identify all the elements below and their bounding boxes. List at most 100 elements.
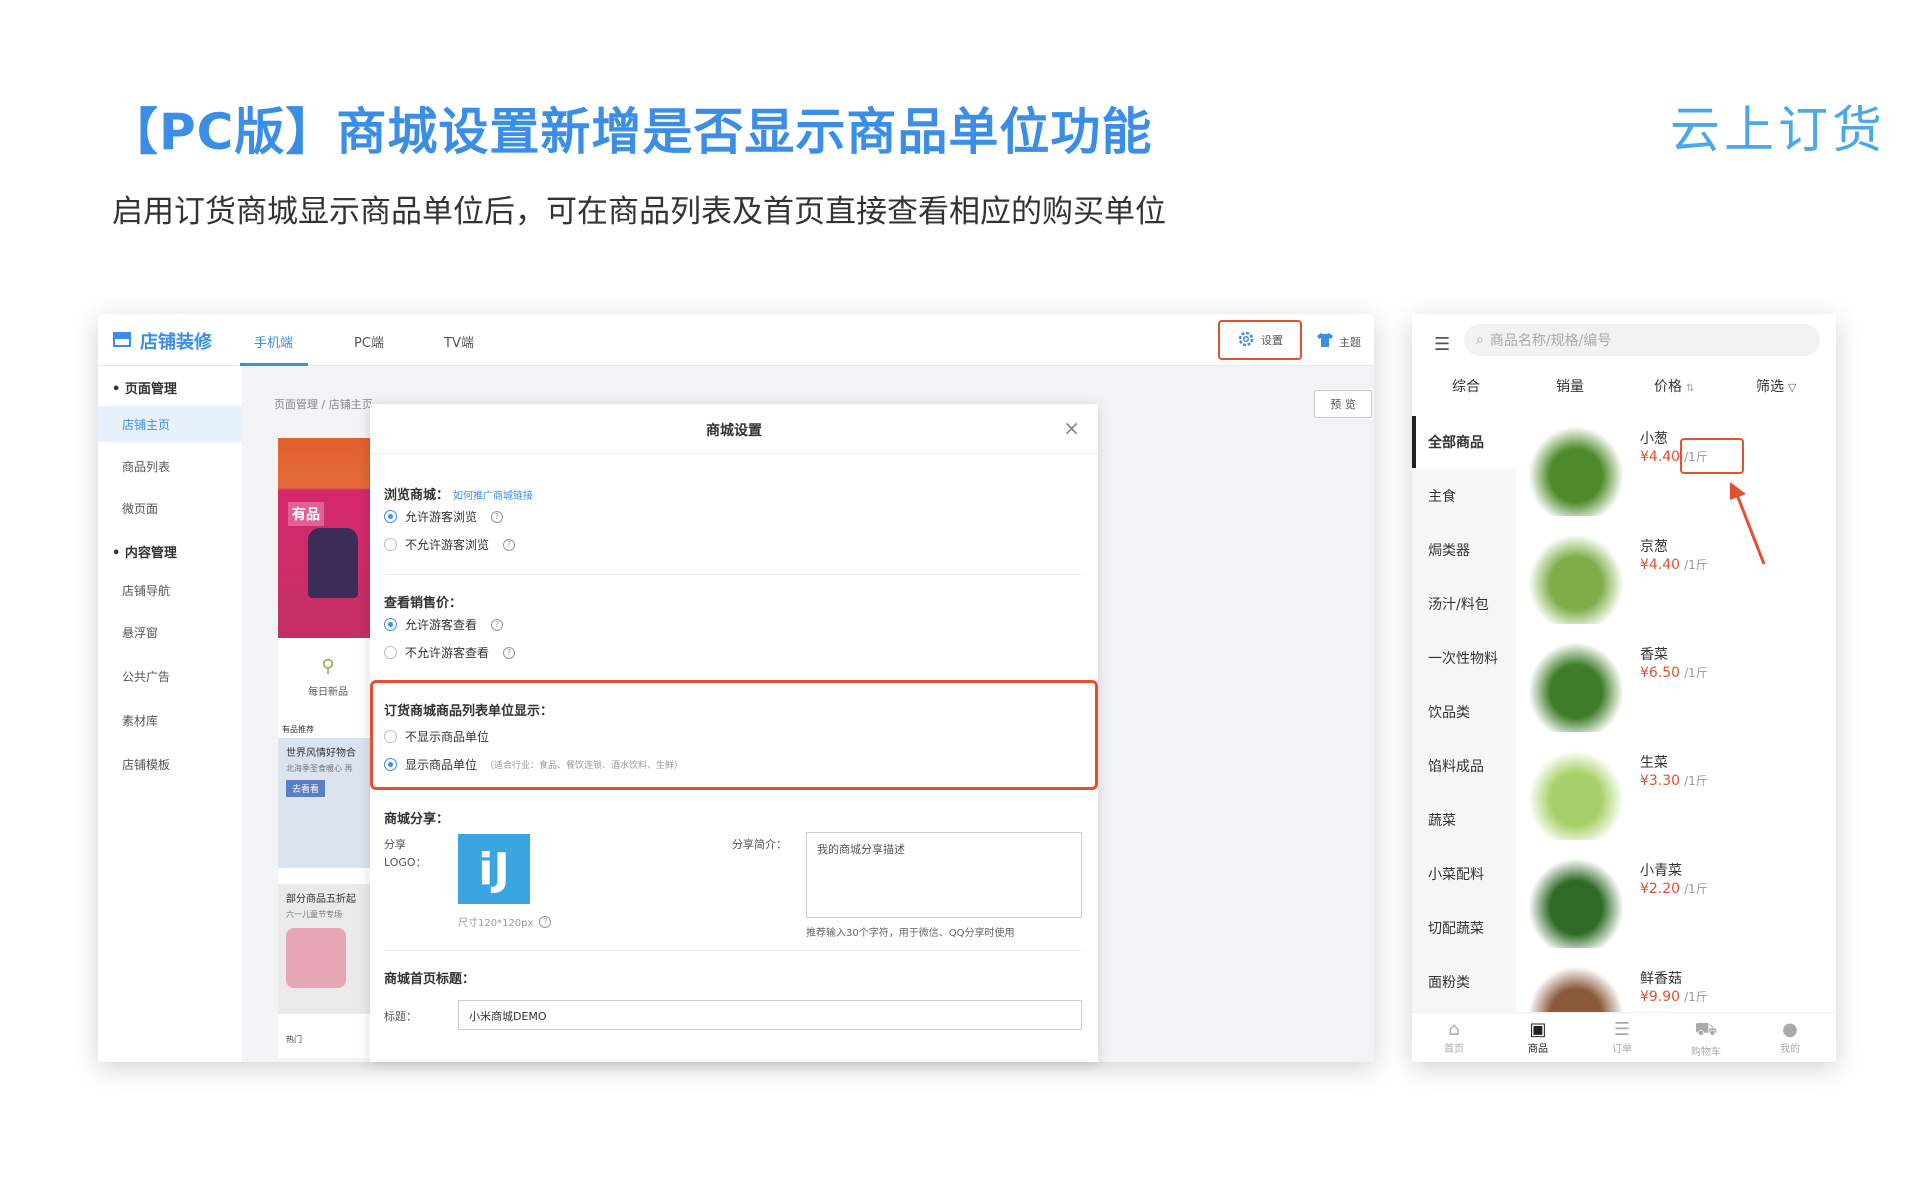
category-item[interactable]: 切配蔬菜 — [1428, 918, 1484, 938]
page-subtitle: 启用订货商城显示商品单位后，可在商品列表及首页直接查看相应的购买单位 — [112, 194, 1166, 230]
tab-home[interactable]: ⌂ 首页 — [1424, 1019, 1484, 1055]
product-price: ¥4.40/1斤 — [1640, 557, 1708, 573]
menu-search-icon[interactable]: ☰ — [1434, 334, 1450, 355]
category-list: 全部商品 主食 焗类器 汤汁/料包 一次性物料 饮品类 馅料成品 蔬菜 小菜配料… — [1412, 416, 1516, 1012]
preview-footer: 热门 — [286, 1035, 302, 1044]
help-icon[interactable]: ? — [503, 646, 516, 659]
admin-logo[interactable]: 店铺装修 — [112, 328, 212, 354]
unit-option-hide[interactable]: 不显示商品单位 — [384, 728, 489, 745]
radio-unchecked[interactable] — [384, 730, 397, 743]
preview-shirt-image — [308, 528, 358, 598]
product-item[interactable]: 小青菜¥2.20/1斤+ — [1516, 848, 1836, 956]
sidebar-item-float[interactable]: 悬浮窗 — [122, 624, 158, 641]
help-icon[interactable]: ? — [503, 538, 516, 551]
theme-label: 主题 — [1339, 335, 1361, 349]
preview-daily-new: ⚲ 每日新品 — [278, 650, 378, 730]
mobile-window: ☰ ⌕ 商品名称/规格/编号 综合 销量 价格 ⇅ 筛选 ▽ 全部商品 主食 焗类器… — [1412, 314, 1836, 1062]
product-item[interactable]: 生菜¥3.30/1斤+ — [1516, 740, 1836, 848]
home-title-field-label: 标题： — [384, 1010, 417, 1023]
category-item[interactable]: 蔬菜 — [1428, 810, 1456, 830]
price-option-deny[interactable]: 不允许游客查看? — [384, 644, 516, 661]
product-item[interactable]: 小葱¥4.40/1斤+ — [1516, 416, 1836, 524]
category-item[interactable]: 汤汁/料包 — [1428, 594, 1489, 614]
tab-mobile[interactable]: 手机端 — [254, 332, 293, 351]
tab-orders[interactable]: ☰ 订单 — [1592, 1019, 1652, 1055]
sidebar-item-nav[interactable]: 店铺导航 — [122, 582, 170, 599]
radio-unchecked[interactable] — [384, 646, 397, 659]
home-icon: ⌂ — [1448, 1019, 1460, 1040]
category-item[interactable]: 面粉类 — [1428, 972, 1470, 992]
radio-checked[interactable] — [384, 510, 397, 523]
divider — [384, 950, 1084, 951]
sidebar-item-product-list[interactable]: 商品列表 — [122, 458, 170, 475]
share-label: 商城分享： — [384, 812, 450, 827]
sort-tab-price[interactable]: 价格 ⇅ — [1654, 376, 1694, 396]
category-item[interactable]: 饮品类 — [1428, 702, 1470, 722]
share-logo-label: 分享 — [384, 838, 406, 851]
unit-highlight-box — [1680, 438, 1744, 474]
category-item[interactable]: 全部商品 — [1428, 432, 1484, 452]
radio-unchecked[interactable] — [384, 538, 397, 551]
unit-option-show[interactable]: 显示商品单位 （适合行业：食品、餐饮连锁、酒水饮料、生鲜） — [384, 756, 683, 773]
category-item[interactable]: 焗类器 — [1428, 540, 1470, 560]
tab-products[interactable]: ▣ 商品 — [1508, 1019, 1568, 1055]
sidebar-item-ads[interactable]: 公共广告 — [122, 668, 170, 685]
browse-option-allow[interactable]: 允许游客浏览? — [384, 508, 504, 525]
user-icon: ● — [1782, 1019, 1798, 1040]
sidebar-item-templates[interactable]: 店铺模板 — [122, 756, 170, 773]
product-price: ¥3.30/1斤 — [1640, 773, 1708, 789]
sidebar-item-store-home[interactable]: 店铺主页 — [122, 416, 170, 433]
product-unit: /1斤 — [1684, 666, 1708, 680]
tab-cart[interactable]: ⛟ 购物车 — [1676, 1019, 1736, 1058]
share-intro-hint: 推荐输入30个字符，用于微信、QQ分享时使用 — [806, 928, 1015, 939]
product-item[interactable]: 京葱¥4.40/1斤+ — [1516, 524, 1836, 632]
help-icon[interactable]: ? — [539, 915, 552, 928]
sort-tab-filter[interactable]: 筛选 ▽ — [1756, 376, 1796, 396]
search-input[interactable]: ⌕ 商品名称/规格/编号 — [1464, 324, 1820, 356]
admin-sidebar: • 页面管理 店铺主页 商品列表 微页面 • 内容管理 店铺导航 悬浮窗 公共广… — [98, 366, 242, 1062]
product-image[interactable] — [1528, 750, 1624, 840]
promote-link[interactable]: 如何推广商城链接 — [453, 491, 533, 502]
sort-tab-sales[interactable]: 销量 — [1556, 376, 1584, 396]
modal-title: 商城设置 — [706, 423, 762, 439]
close-icon[interactable]: × — [1063, 416, 1080, 440]
category-item[interactable]: 小菜配料 — [1428, 864, 1484, 884]
product-image[interactable] — [1528, 426, 1624, 516]
product-name: 鲜香菇 — [1640, 971, 1682, 987]
bottom-tabbar: ⌂ 首页 ▣ 商品 ☰ 订单 ⛟ 购物车 ● 我的 — [1412, 1012, 1836, 1062]
share-logo-image[interactable]: iJ — [458, 834, 530, 904]
theme-button[interactable]: 主题 — [1316, 332, 1361, 351]
radio-checked[interactable] — [384, 618, 397, 631]
home-title-input[interactable]: 小米商城DEMO — [458, 1000, 1082, 1030]
product-unit: /1斤 — [1684, 558, 1708, 572]
product-item[interactable]: 香菜¥6.50/1斤+ — [1516, 632, 1836, 740]
product-image[interactable] — [1528, 534, 1624, 624]
price-label: 查看销售价： — [384, 596, 463, 611]
tab-pc[interactable]: PC端 — [354, 332, 384, 351]
cart-icon: ⛟ — [1694, 1019, 1718, 1040]
product-name: 京葱 — [1640, 539, 1668, 555]
preview-button[interactable]: 预 览 — [1314, 390, 1372, 418]
sidebar-item-assets[interactable]: 素材库 — [122, 712, 158, 729]
category-item[interactable]: 馅料成品 — [1428, 756, 1484, 776]
browse-option-deny[interactable]: 不允许游客浏览? — [384, 536, 516, 553]
product-unit: /1斤 — [1684, 774, 1708, 788]
product-image[interactable] — [1528, 858, 1624, 948]
price-option-allow[interactable]: 允许游客查看? — [384, 616, 504, 633]
category-item[interactable]: 一次性物料 — [1428, 648, 1498, 668]
settings-button[interactable]: 设置 — [1218, 320, 1302, 360]
share-intro-label: 分享简介： — [732, 838, 787, 851]
category-item[interactable]: 主食 — [1428, 486, 1456, 506]
share-intro-textarea[interactable]: 我的商城分享描述 — [806, 832, 1082, 918]
help-icon[interactable]: ? — [491, 510, 504, 523]
radio-checked[interactable] — [384, 758, 397, 771]
sort-tab-overall[interactable]: 综合 — [1452, 376, 1480, 396]
help-icon[interactable]: ? — [491, 618, 504, 631]
sidebar-item-micro-page[interactable]: 微页面 — [122, 500, 158, 517]
annotation-arrow-icon — [1730, 482, 1766, 565]
product-image[interactable] — [1528, 642, 1624, 732]
product-name: 香菜 — [1640, 647, 1668, 663]
tab-me[interactable]: ● 我的 — [1760, 1019, 1820, 1055]
admin-logo-label: 店铺装修 — [140, 332, 212, 353]
tab-tv[interactable]: TV端 — [444, 332, 474, 351]
